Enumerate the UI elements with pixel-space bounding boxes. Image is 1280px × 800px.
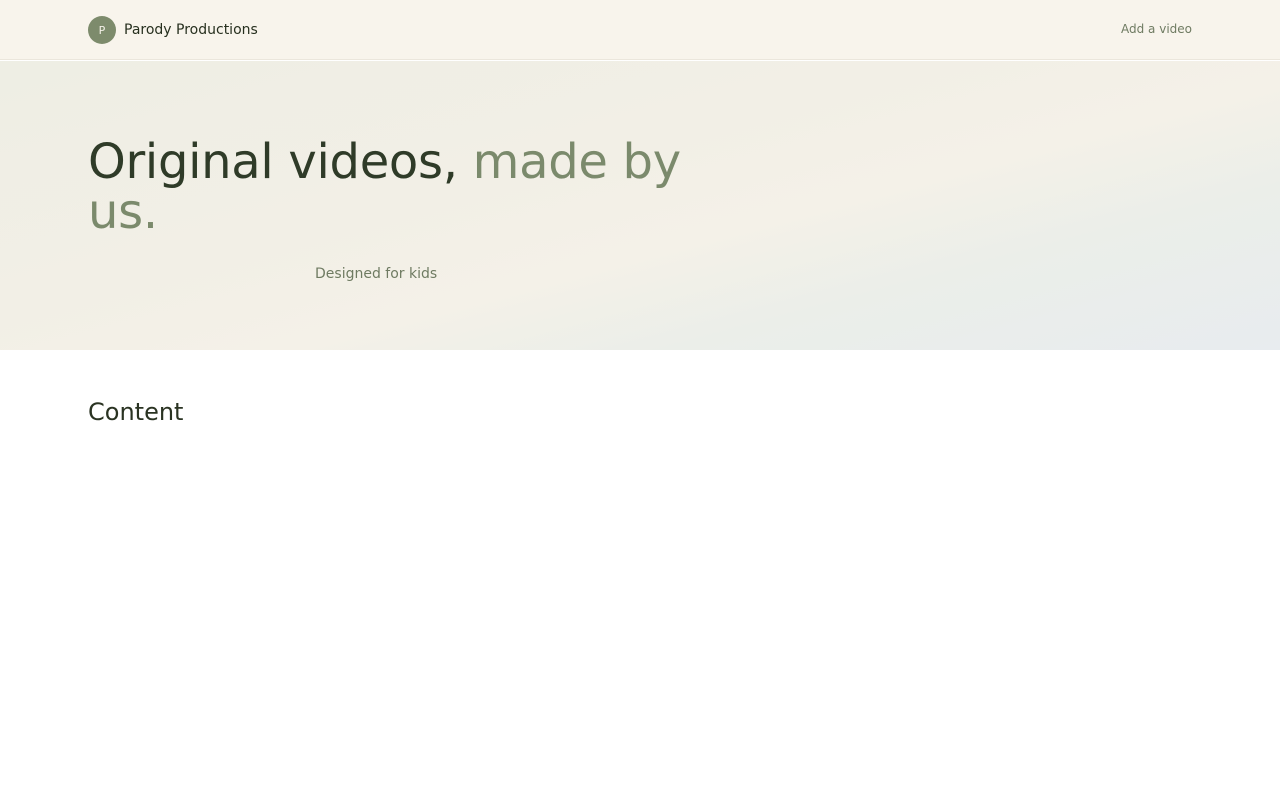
brand-name: Parody Productions bbox=[124, 22, 258, 38]
hero-tagline: Designed for kids bbox=[315, 266, 438, 282]
add-video-link[interactable]: Add a video bbox=[1121, 22, 1192, 36]
hero-section: Original videos, made by us. Designed fo… bbox=[0, 61, 1280, 350]
brand-avatar: P bbox=[88, 16, 116, 44]
top-navigation-bar: P Parody Productions Add a video bbox=[0, 0, 1280, 60]
brand-home-link[interactable]: P Parody Productions bbox=[88, 16, 258, 44]
content-section-title: Content bbox=[88, 398, 184, 426]
hero-title: Original videos, made by us. bbox=[88, 137, 688, 237]
hero-title-main: Original videos, bbox=[88, 134, 473, 190]
